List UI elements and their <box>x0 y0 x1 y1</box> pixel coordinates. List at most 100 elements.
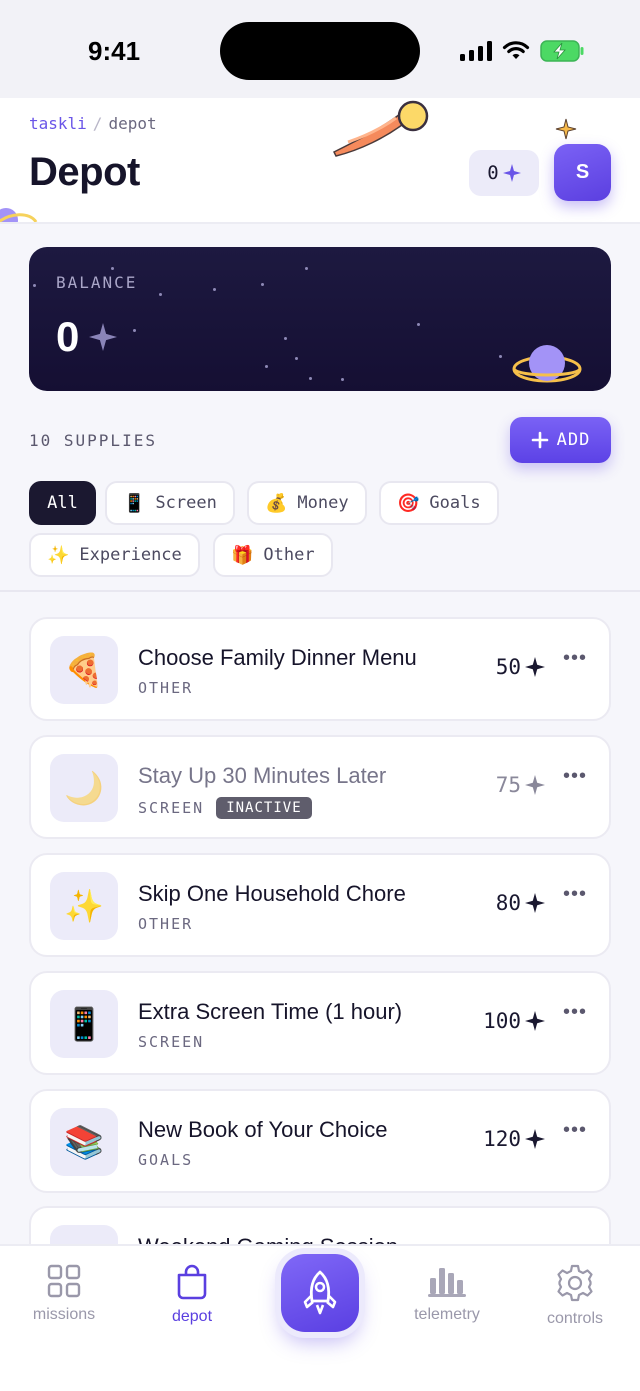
more-options-icon[interactable]: ••• <box>563 1001 587 1024</box>
target-icon: 🎯 <box>397 492 420 514</box>
filter-chip-label: Goals <box>429 493 481 513</box>
supply-title: Weekend Gaming Session <box>138 1234 398 1244</box>
breadcrumb-current: depot <box>108 114 157 133</box>
supplies-count: 10 SUPPLIES <box>29 431 157 450</box>
nav-missions-label: missions <box>32 1306 96 1323</box>
breadcrumb-separator: / <box>92 114 103 133</box>
supply-title: Stay Up 30 Minutes Later <box>138 763 387 788</box>
nav-missions[interactable]: missions <box>9 1264 119 1324</box>
shopping-bag-icon <box>177 1264 207 1300</box>
more-options-icon[interactable]: ••• <box>563 1119 587 1142</box>
supply-category-row: SCREEN <box>138 1033 204 1051</box>
supply-points: 80 <box>495 891 521 915</box>
sparkles-icon: ✨ <box>64 888 104 924</box>
nav-telemetry-label: telemetry <box>414 1306 480 1323</box>
star-icon <box>525 1129 545 1149</box>
page-title: Depot <box>29 150 140 194</box>
supply-item[interactable]: 📚 New Book of Your Choice GOALS 120 ••• <box>29 1089 611 1193</box>
supply-category: GOALS <box>138 1151 194 1169</box>
supply-points: 100 <box>483 1009 521 1033</box>
supply-thumbnail: 📚 <box>50 1108 118 1176</box>
filter-chip-all[interactable]: All <box>29 481 96 525</box>
star-icon <box>525 893 545 913</box>
supply-points: 50 <box>495 655 521 679</box>
status-bar: 9:41 <box>0 0 640 98</box>
balance-value-group: 0 <box>56 313 118 361</box>
avatar[interactable]: S <box>554 144 611 201</box>
books-icon: 📚 <box>64 1124 104 1160</box>
add-supply-button[interactable]: ADD <box>510 417 611 463</box>
moon-icon: 🌙 <box>64 770 104 806</box>
plus-icon <box>531 431 548 449</box>
bar-chart-icon <box>428 1268 466 1297</box>
star-icon <box>502 164 521 182</box>
supply-category: OTHER <box>138 915 194 933</box>
rocket-icon <box>303 1270 337 1315</box>
supply-points: 75 <box>495 773 521 797</box>
status-icons <box>460 40 584 62</box>
supply-cost: 100 <box>483 1009 545 1033</box>
points-chip-value: 0 <box>487 162 499 184</box>
filter-chip-other[interactable]: 🎁 Other <box>213 533 333 577</box>
more-options-icon[interactable]: ••• <box>563 765 587 788</box>
balance-value: 0 <box>56 313 80 360</box>
launch-fab-button[interactable] <box>281 1254 359 1332</box>
filter-chip-label: All <box>47 493 78 513</box>
supply-points: 120 <box>483 1127 521 1151</box>
filter-chip-label: Money <box>297 493 349 513</box>
supply-thumbnail: 📱 <box>50 990 118 1058</box>
filter-chip-money[interactable]: 💰 Money <box>247 481 367 525</box>
supply-item[interactable]: 🍕 Choose Family Dinner Menu OTHER 50 ••• <box>29 617 611 721</box>
planet-illustration <box>512 345 582 383</box>
supply-title: Skip One Household Chore <box>138 881 406 906</box>
points-chip[interactable]: 0 <box>469 150 539 196</box>
supply-title: Choose Family Dinner Menu <box>138 645 417 670</box>
page-header: taskli / depot Depot 0 S <box>0 98 640 224</box>
nav-controls-label: controls <box>546 1310 604 1327</box>
phone-icon: 📱 <box>64 1006 104 1042</box>
battery-charging-icon <box>540 40 584 62</box>
money-bag-icon: 💰 <box>265 492 288 514</box>
supply-item[interactable]: 📱 Extra Screen Time (1 hour) SCREEN 100 … <box>29 971 611 1075</box>
status-time: 9:41 <box>88 36 141 66</box>
nav-telemetry[interactable]: telemetry <box>392 1264 502 1324</box>
filter-chip-label: Other <box>263 545 315 565</box>
gear-icon <box>557 1264 593 1302</box>
balance-card: BALANCE 0 <box>29 247 611 391</box>
add-supply-label: ADD <box>556 430 591 450</box>
wifi-icon <box>502 41 530 59</box>
supply-category-row: SCREEN INACTIVE <box>138 797 312 819</box>
pizza-icon: 🍕 <box>64 652 104 688</box>
supply-category-row: OTHER <box>138 679 193 697</box>
status-badge: INACTIVE <box>216 797 312 819</box>
dynamic-island <box>220 22 420 80</box>
supply-cost: 50 <box>496 655 545 679</box>
supply-title: New Book of Your Choice <box>138 1117 388 1142</box>
nav-controls[interactable]: controls <box>520 1264 630 1328</box>
star-icon <box>525 1011 545 1031</box>
supply-item[interactable]: ✨ Skip One Household Chore OTHER 80 ••• <box>29 853 611 957</box>
supply-category: SCREEN <box>138 1033 205 1051</box>
supply-category: SCREEN <box>138 799 205 817</box>
filter-chip-goals[interactable]: 🎯 Goals <box>379 481 499 525</box>
comet-illustration <box>332 100 429 157</box>
filter-chip-screen[interactable]: 📱 Screen <box>105 481 235 525</box>
supply-thumbnail: 🌙 <box>50 754 118 822</box>
more-options-icon[interactable]: ••• <box>563 883 587 906</box>
more-options-icon[interactable]: ••• <box>563 647 587 670</box>
bottom-navigation: missions depot telemetry controls <box>0 1244 640 1391</box>
nav-depot-label: depot <box>171 1308 213 1325</box>
supply-thumbnail: ✨ <box>50 872 118 940</box>
nav-depot[interactable]: depot <box>137 1264 247 1326</box>
grid-icon <box>47 1264 81 1298</box>
star-icon <box>525 775 545 795</box>
supply-item[interactable]: Weekend Gaming Session <box>29 1206 611 1244</box>
gift-icon: 🎁 <box>231 544 254 566</box>
sparkles-icon: ✨ <box>47 544 70 566</box>
filter-chip-experience[interactable]: ✨ Experience <box>29 533 200 577</box>
supply-item[interactable]: 🌙 Stay Up 30 Minutes Later SCREEN INACTI… <box>29 735 611 839</box>
balance-label: BALANCE <box>56 273 138 292</box>
filter-chip-label: Experience <box>79 545 182 565</box>
breadcrumb-root-link[interactable]: taskli <box>29 114 87 133</box>
supply-category-row: OTHER <box>138 915 193 933</box>
